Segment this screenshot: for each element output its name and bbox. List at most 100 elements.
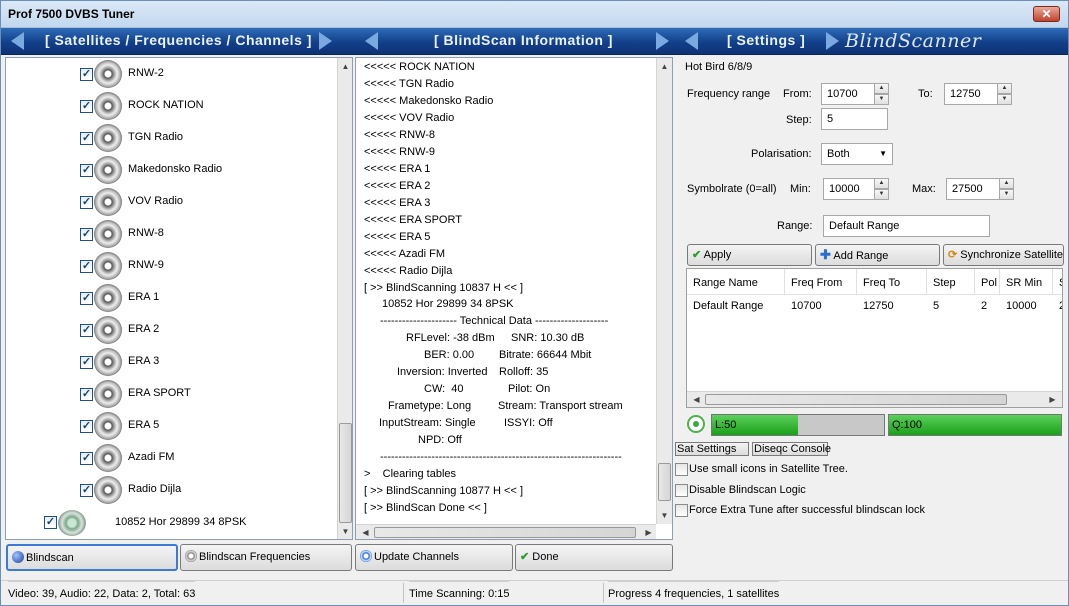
blindscan-button[interactable]: Blindscan <box>6 544 178 571</box>
channel-checkbox[interactable]: ✓ <box>80 452 93 465</box>
to-input[interactable]: 12750 <box>944 83 998 105</box>
next-arrow-icon[interactable] <box>826 32 839 50</box>
spin-down-icon[interactable]: ▼ <box>874 94 889 105</box>
grid-cell[interactable]: Default Range <box>693 300 763 312</box>
sr-max-input[interactable]: 27500 <box>946 178 1000 200</box>
tree-scrollbar[interactable]: ▲ ▼ <box>337 58 352 539</box>
sr-min-input[interactable]: 10000 <box>823 178 875 200</box>
scroll-right-icon[interactable]: ▶ <box>1045 392 1060 407</box>
next-arrow-icon[interactable] <box>319 32 332 50</box>
channel-checkbox[interactable]: ✓ <box>80 68 93 81</box>
scroll-up-icon[interactable]: ▲ <box>657 59 672 74</box>
prev-arrow-icon[interactable] <box>11 32 24 50</box>
channel-node[interactable]: ✓ Azadi FM <box>6 442 336 474</box>
add-range-button[interactable]: ✚ Add Range <box>815 244 940 266</box>
channel-node[interactable]: ✓ ROCK NATION <box>6 90 336 122</box>
channel-node[interactable]: ✓ RNW-9 <box>6 250 336 282</box>
disable-logic-checkbox[interactable] <box>675 484 688 497</box>
channel-node[interactable]: ✓ ERA SPORT <box>6 378 336 410</box>
spin-up-icon[interactable]: ▲ <box>999 178 1014 189</box>
channel-checkbox[interactable]: ✓ <box>80 356 93 369</box>
spin-up-icon[interactable]: ▲ <box>874 178 889 189</box>
next-arrow-icon[interactable] <box>656 32 669 50</box>
scroll-left-icon[interactable]: ◀ <box>358 525 373 539</box>
channel-checkbox[interactable]: ✓ <box>80 132 93 145</box>
prev-arrow-icon[interactable] <box>365 32 378 50</box>
scroll-right-icon[interactable]: ▶ <box>641 525 656 539</box>
grid-hscrollbar[interactable]: ◀ ▶ <box>687 391 1062 407</box>
spin-up-icon[interactable]: ▲ <box>997 83 1012 94</box>
tab-diseqc-console[interactable]: Diseqc Console <box>752 442 831 456</box>
spin-down-icon[interactable]: ▼ <box>997 94 1012 105</box>
channel-node[interactable]: ✓ TGN Radio <box>6 122 336 154</box>
force-tune-checkbox[interactable] <box>675 504 688 517</box>
tab-sat-settings[interactable]: Sat Settings <box>675 442 749 456</box>
channel-checkbox[interactable]: ✓ <box>80 164 93 177</box>
scroll-thumb[interactable] <box>705 394 1007 405</box>
frequency-checkbox[interactable]: ✓ <box>44 516 57 529</box>
column-header[interactable]: Range Name <box>687 269 785 294</box>
sr-min-spinner[interactable]: ▲ ▼ <box>874 178 889 200</box>
channel-node[interactable]: ✓ Makedonsko Radio <box>6 154 336 186</box>
spin-up-icon[interactable]: ▲ <box>874 83 889 94</box>
frequency-node[interactable]: ✓ 10852 Hor 29899 34 8PSK <box>6 507 336 539</box>
column-header[interactable]: Step <box>927 269 975 294</box>
grid-cell[interactable]: 12750 <box>863 300 894 312</box>
sr-max-spinner[interactable]: ▲ ▼ <box>999 178 1014 200</box>
channel-checkbox[interactable]: ✓ <box>80 484 93 497</box>
disc-icon <box>94 348 122 376</box>
grid-cell[interactable]: 2 <box>1059 300 1062 312</box>
channel-checkbox[interactable]: ✓ <box>80 292 93 305</box>
channel-checkbox[interactable]: ✓ <box>80 100 93 113</box>
scroll-thumb[interactable] <box>658 463 671 501</box>
small-icons-checkbox[interactable] <box>675 463 688 476</box>
prev-arrow-icon[interactable] <box>685 32 698 50</box>
grid-cell[interactable]: 5 <box>933 300 939 312</box>
column-header[interactable]: S <box>1053 269 1062 294</box>
log-hscrollbar[interactable]: ◀ ▶ <box>356 524 656 539</box>
column-header[interactable]: SR Min <box>1000 269 1053 294</box>
done-button[interactable]: ✔ Done <box>515 544 673 571</box>
scroll-down-icon[interactable]: ▼ <box>338 524 352 539</box>
close-button[interactable]: ✕ <box>1033 6 1060 22</box>
range-grid[interactable]: Range NameFreq FromFreq ToStepPolSR MinS… <box>686 268 1063 408</box>
channel-checkbox[interactable]: ✓ <box>80 228 93 241</box>
scroll-down-icon[interactable]: ▼ <box>657 508 672 523</box>
channel-checkbox[interactable]: ✓ <box>80 260 93 273</box>
channel-node[interactable]: ✓ VOV Radio <box>6 186 336 218</box>
update-channels-button[interactable]: Update Channels <box>355 544 513 571</box>
channel-node[interactable]: ✓ Radio Dijla <box>6 474 336 506</box>
grid-cell[interactable]: 2 <box>981 300 987 312</box>
channel-node[interactable]: ✓ RNW-2 <box>6 58 336 90</box>
channel-checkbox[interactable]: ✓ <box>80 324 93 337</box>
channel-node[interactable]: ✓ ERA 3 <box>6 346 336 378</box>
log-vscrollbar[interactable]: ▲ ▼ <box>656 58 672 524</box>
scroll-thumb[interactable] <box>374 527 636 538</box>
channel-node[interactable]: ✓ ERA 1 <box>6 282 336 314</box>
grid-cell[interactable]: 10000 <box>1006 300 1037 312</box>
scroll-up-icon[interactable]: ▲ <box>338 59 352 74</box>
column-header[interactable]: Freq From <box>785 269 857 294</box>
column-header[interactable]: Freq To <box>857 269 927 294</box>
channel-checkbox[interactable]: ✓ <box>80 196 93 209</box>
channel-checkbox[interactable]: ✓ <box>80 420 93 433</box>
polarisation-select[interactable]: Both ▼ <box>821 143 893 165</box>
range-input[interactable]: Default Range <box>823 215 990 237</box>
channel-node[interactable]: ✓ ERA 5 <box>6 410 336 442</box>
channel-checkbox[interactable]: ✓ <box>80 388 93 401</box>
channel-node[interactable]: ✓ RNW-8 <box>6 218 336 250</box>
channel-node[interactable]: ✓ ERA 2 <box>6 314 336 346</box>
grid-cell[interactable]: 10700 <box>791 300 822 312</box>
column-header[interactable]: Pol <box>975 269 1000 294</box>
scroll-thumb[interactable] <box>339 423 352 523</box>
to-spinner[interactable]: ▲ ▼ <box>997 83 1012 105</box>
scroll-left-icon[interactable]: ◀ <box>689 392 704 407</box>
from-spinner[interactable]: ▲ ▼ <box>874 83 889 105</box>
spin-down-icon[interactable]: ▼ <box>999 189 1014 200</box>
blindscan-frequencies-button[interactable]: Blindscan Frequencies <box>180 544 352 571</box>
from-input[interactable]: 10700 <box>821 83 875 105</box>
spin-down-icon[interactable]: ▼ <box>874 189 889 200</box>
step-input[interactable]: 5 <box>821 108 888 130</box>
apply-button[interactable]: ✔ Apply <box>687 244 812 266</box>
synchronize-button[interactable]: ⟳ Synchronize Satellite <box>943 244 1064 266</box>
